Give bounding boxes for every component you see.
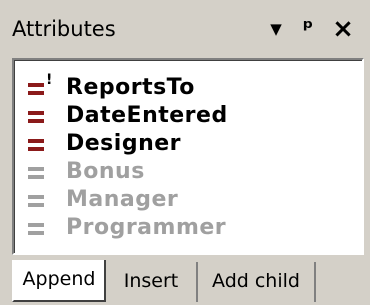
tab-insert[interactable]: Insert bbox=[106, 262, 198, 302]
list-item-label: Designer bbox=[66, 131, 181, 156]
list-item-designer[interactable]: Designer bbox=[26, 130, 356, 158]
optional-attribute-icon bbox=[26, 186, 66, 214]
tab-add-child[interactable]: Add child bbox=[198, 262, 316, 302]
required-attribute-icon: ! bbox=[26, 72, 66, 102]
title-bar: Attributes ▼ ᵖ × bbox=[0, 0, 370, 58]
dropdown-menu-icon[interactable]: ▼ bbox=[263, 14, 289, 44]
optional-attribute-icon bbox=[26, 158, 66, 186]
close-icon[interactable]: × bbox=[330, 14, 356, 44]
required-attribute-icon bbox=[26, 102, 66, 130]
required-attribute-icon bbox=[26, 130, 66, 158]
attributes-list[interactable]: ! ReportsTo DateEntered Designer Bonus M… bbox=[12, 58, 364, 255]
optional-attribute-icon bbox=[26, 214, 66, 242]
tab-strip: Append Insert Add child bbox=[12, 260, 370, 305]
panel-title: Attributes bbox=[12, 17, 116, 41]
pin-icon[interactable]: ᵖ bbox=[295, 14, 321, 44]
list-item-label: DateEntered bbox=[66, 103, 228, 128]
list-item-dateentered[interactable]: DateEntered bbox=[26, 102, 356, 130]
list-item-programmer[interactable]: Programmer bbox=[26, 214, 356, 242]
list-item-label: Manager bbox=[66, 187, 179, 212]
list-item-label: Bonus bbox=[66, 159, 145, 184]
list-item-manager[interactable]: Manager bbox=[26, 186, 356, 214]
tab-append[interactable]: Append bbox=[12, 260, 106, 302]
attributes-panel: Attributes ▼ ᵖ × ! ReportsTo DateEntered… bbox=[0, 0, 370, 305]
list-item-label: ReportsTo bbox=[66, 75, 195, 100]
list-item-bonus[interactable]: Bonus bbox=[26, 158, 356, 186]
list-item-reportsto[interactable]: ! ReportsTo bbox=[26, 72, 356, 102]
list-item-label: Programmer bbox=[66, 215, 227, 240]
